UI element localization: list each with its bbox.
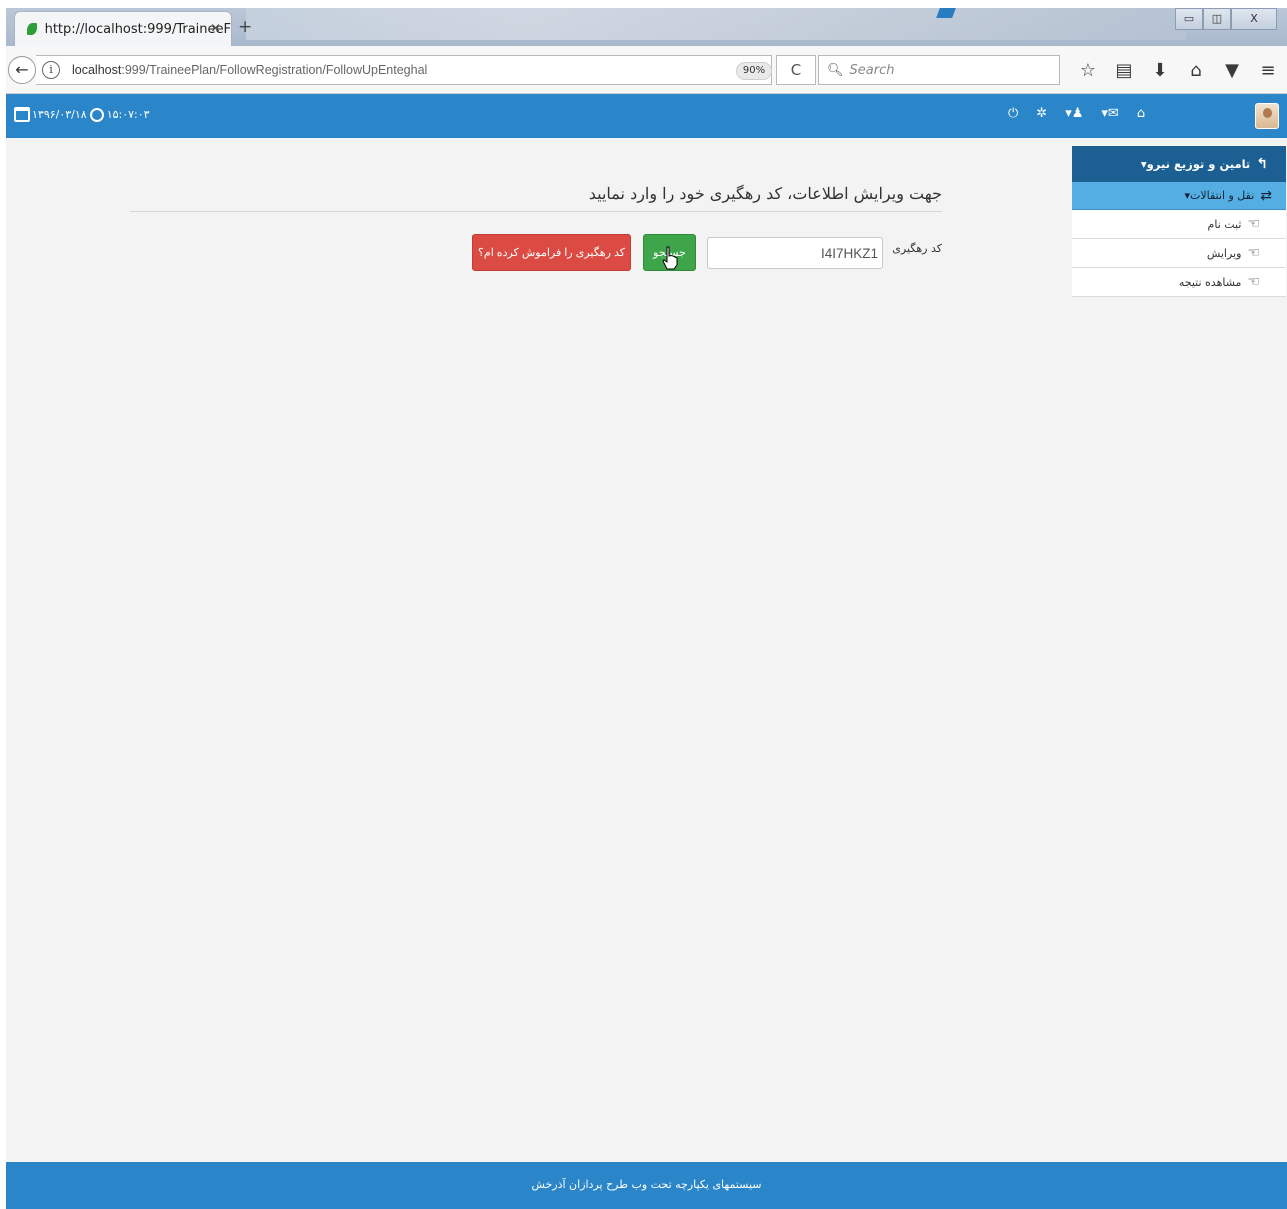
- bell-icon[interactable]: ▾♟: [1065, 106, 1083, 121]
- sidebar-title[interactable]: ↰ تامین و توزیع نیرو ▾: [1072, 146, 1286, 182]
- avatar[interactable]: [1255, 103, 1279, 129]
- close-window-button[interactable]: X: [1231, 8, 1277, 30]
- browser-tab[interactable]: http://localhost:999/TraineeF ×: [14, 11, 232, 46]
- browser-window: http://localhost:999/TraineeF × + ▭ ◫ X …: [6, 8, 1287, 1209]
- footer: سیستمهای یکپارچه تحت وب طرح پردازان آذرخ…: [6, 1162, 1287, 1209]
- home-icon[interactable]: ⌂: [1178, 60, 1214, 81]
- favicon-icon: [27, 23, 37, 35]
- tab-close-icon[interactable]: ×: [210, 21, 221, 36]
- tracking-code-input[interactable]: [707, 237, 883, 269]
- url-path: :999/TraineePlan/FollowRegistration/Foll…: [121, 63, 428, 77]
- sidebar-item-label: ثبت نام: [1207, 217, 1242, 231]
- back-button[interactable]: ←: [8, 56, 36, 84]
- reply-icon: ↰: [1256, 156, 1268, 172]
- sidebar-item-register[interactable]: ☜ ثبت نام: [1072, 210, 1286, 239]
- home-icon[interactable]: ⌂: [1137, 106, 1145, 121]
- search-placeholder: Search: [849, 62, 895, 78]
- download-icon[interactable]: ⬇: [1142, 60, 1178, 81]
- browser-navbar: ← i localhost:999/TraineePlan/FollowRegi…: [6, 46, 1287, 94]
- site-info-icon[interactable]: i: [42, 61, 60, 79]
- restore-button[interactable]: ◫: [1203, 8, 1231, 30]
- url-text: localhost:999/TraineePlan/FollowRegistra…: [72, 63, 427, 77]
- search-input[interactable]: 🔍︎ Search: [818, 55, 1060, 85]
- tab-strip: http://localhost:999/TraineeF × + ▭ ◫ X: [6, 8, 1287, 46]
- tracking-code-label: کد رهگیری: [892, 242, 942, 255]
- reading-list-icon[interactable]: ▤: [1106, 60, 1142, 81]
- sidebar-item-label: ویرایش: [1206, 246, 1242, 260]
- menu-icon[interactable]: ≡: [1250, 60, 1286, 81]
- hand-icon: ☜: [1247, 216, 1260, 232]
- date-time: ۱۳۹۶/۰۳/۱۸ ۱۵:۰۷:۰۳: [14, 107, 150, 122]
- zoom-indicator[interactable]: 90%: [736, 62, 772, 80]
- sidebar-item-edit[interactable]: ☜ ویرایش: [1072, 239, 1286, 268]
- forgot-code-button[interactable]: کد رهگیری را فراموش کرده ام؟: [472, 234, 631, 271]
- header-icons: ⏻ ✲ ▾♟ ▾✉ ⌂: [1008, 106, 1163, 121]
- current-date: ۱۳۹۶/۰۳/۱۸: [32, 108, 87, 121]
- hand-icon: ☜: [1247, 274, 1260, 290]
- divider: [130, 211, 942, 212]
- sidebar-section-transfers[interactable]: ⇄ نقل و انتقالات ▾: [1072, 182, 1286, 210]
- sidebar: ↰ تامین و توزیع نیرو ▾ ⇄ نقل و انتقالات …: [1072, 146, 1286, 297]
- clock-icon: [89, 107, 104, 122]
- retweet-icon: ⇄: [1260, 187, 1272, 204]
- toolbar-icons: ☆ ▤ ⬇ ⌂ ▼ ≡: [1070, 60, 1286, 81]
- url-host: localhost: [72, 63, 122, 77]
- new-tab-button[interactable]: +: [238, 17, 252, 37]
- mail-icon[interactable]: ▾✉: [1101, 106, 1118, 121]
- power-icon[interactable]: ⏻: [1008, 106, 1018, 121]
- gear-icon[interactable]: ✲: [1036, 106, 1047, 121]
- page-title: جهت ویرایش اطلاعات، کد رهگیری خود را وار…: [588, 184, 942, 203]
- caret-down-icon: ▾: [1140, 157, 1147, 171]
- sidebar-section-label: نقل و انتقالات: [1190, 189, 1255, 202]
- pocket-icon[interactable]: ▼: [1214, 60, 1250, 81]
- calendar-icon: [14, 107, 30, 122]
- hand-icon: ☜: [1247, 245, 1260, 261]
- tab-title: http://localhost:999/TraineeF: [44, 21, 231, 37]
- star-icon[interactable]: ☆: [1070, 60, 1106, 81]
- reload-button[interactable]: C: [776, 55, 816, 85]
- window-controls: ▭ ◫ X: [1175, 8, 1277, 30]
- search-icon: 🔍︎: [827, 62, 844, 78]
- app-header: ۱۳۹۶/۰۳/۱۸ ۱۵:۰۷:۰۳ ⏻ ✲ ▾♟ ▾✉ ⌂: [6, 94, 1287, 138]
- sidebar-title-label: تامین و توزیع نیرو: [1146, 157, 1251, 171]
- caret-down-icon: ▾: [1184, 189, 1191, 202]
- search-button[interactable]: جستجو: [643, 234, 696, 271]
- current-time: ۱۵:۰۷:۰۳: [106, 108, 150, 121]
- sidebar-item-view-result[interactable]: ☜ مشاهده نتیجه: [1072, 268, 1286, 297]
- minimize-button[interactable]: ▭: [1175, 8, 1203, 30]
- address-bar[interactable]: i localhost:999/TraineePlan/FollowRegist…: [36, 55, 772, 85]
- titlebar-background: [246, 8, 1186, 40]
- sidebar-item-label: مشاهده نتیجه: [1178, 275, 1242, 289]
